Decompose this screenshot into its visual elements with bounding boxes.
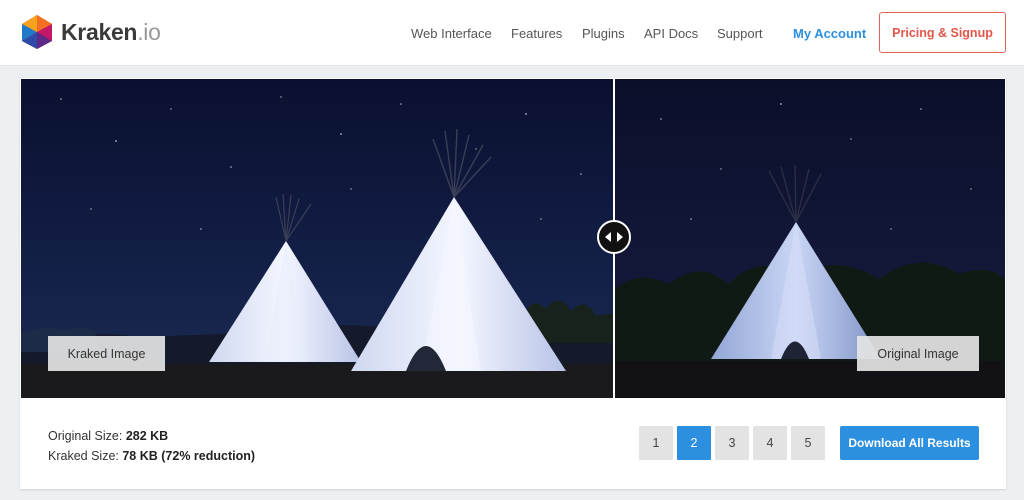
kraken-logo-icon xyxy=(22,15,52,49)
nav-item-support[interactable]: Support xyxy=(717,0,763,66)
nav-link-features[interactable]: Features xyxy=(511,26,562,41)
logo-suffix: .io xyxy=(137,18,161,45)
kraked-size-value: 78 KB (72% reduction) xyxy=(122,449,256,463)
site-header: Kraken.io Web Interface Features Plugins… xyxy=(0,0,1024,66)
page-button-3[interactable]: 3 xyxy=(715,426,749,460)
page-button-4[interactable]: 4 xyxy=(753,426,787,460)
page-button-5[interactable]: 5 xyxy=(791,426,825,460)
kraked-size-label: Kraked Size: xyxy=(48,449,119,463)
original-image-label: Original Image xyxy=(857,336,979,371)
original-size-value: 282 KB xyxy=(125,429,169,443)
image-comparison-slider[interactable]: Kraked Image Original Image xyxy=(21,79,1005,398)
pagination: 1 2 3 4 5 xyxy=(639,426,825,460)
nav-item-my-account[interactable]: My Account xyxy=(793,0,866,66)
nav-item-plugins[interactable]: Plugins xyxy=(582,0,625,66)
nav-item-web-interface[interactable]: Web Interface xyxy=(411,0,492,66)
nav-link-web-interface[interactable]: Web Interface xyxy=(411,26,492,41)
size-stats: Original Size: 282 KB Kraked Size: 78 KB… xyxy=(48,426,255,466)
logo-text: Kraken.io xyxy=(61,19,161,46)
slider-handle-icon[interactable] xyxy=(596,219,632,255)
nav-link-plugins[interactable]: Plugins xyxy=(582,26,625,41)
page-button-2[interactable]: 2 xyxy=(677,426,711,460)
kraked-size-row: Kraked Size: 78 KB (72% reduction) xyxy=(48,446,255,466)
download-all-button[interactable]: Download All Results xyxy=(840,426,979,460)
kraked-image-label: Kraked Image xyxy=(48,336,165,371)
nav-link-support[interactable]: Support xyxy=(717,26,763,41)
original-size-label: Original Size: xyxy=(48,429,123,443)
nav-link-my-account[interactable]: My Account xyxy=(793,26,866,41)
nav-link-api-docs[interactable]: API Docs xyxy=(644,26,698,41)
logo-name: Kraken xyxy=(61,18,138,45)
result-card: Kraked Image Original Image Original Siz… xyxy=(20,78,1006,489)
nav-item-features[interactable]: Features xyxy=(511,0,562,66)
kraken-logo[interactable]: Kraken.io xyxy=(19,14,161,50)
nav-item-api-docs[interactable]: API Docs xyxy=(644,0,698,66)
page-button-1[interactable]: 1 xyxy=(639,426,673,460)
pricing-signup-button[interactable]: Pricing & Signup xyxy=(879,12,1006,53)
original-size-row: Original Size: 282 KB xyxy=(48,426,255,446)
